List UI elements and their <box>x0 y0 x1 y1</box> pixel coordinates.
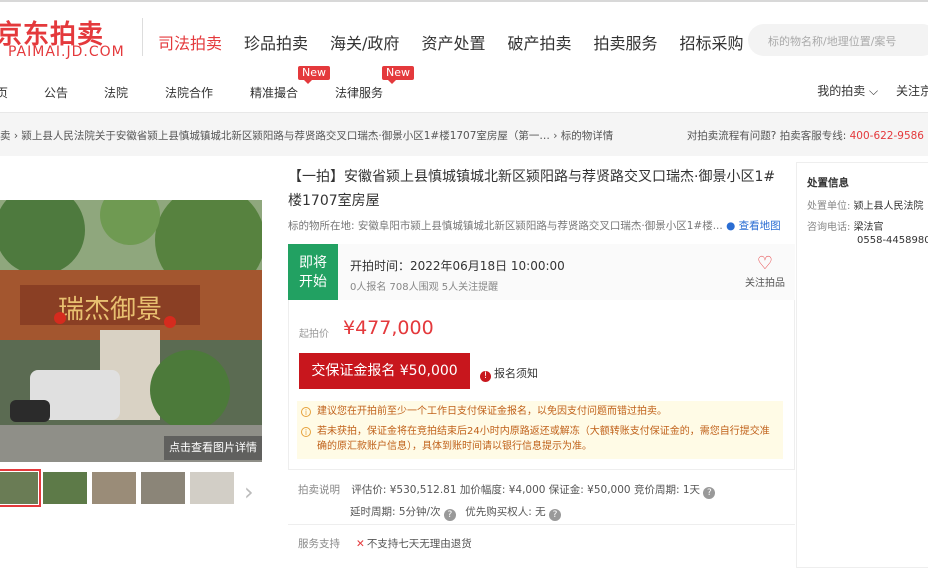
description-label: 拍卖说明 <box>298 484 340 496</box>
participation-stats: 0人报名 708人围观 5人关注提醒 <box>350 282 499 293</box>
priority-buyer: 优先购买权人: 无 <box>465 506 546 518</box>
question-icon[interactable]: ? <box>549 509 561 521</box>
unit-label: 处置单位: <box>807 201 851 212</box>
view-photo-details-button[interactable]: 点击查看图片详情 <box>164 436 262 460</box>
heart-plus-icon: ♡ <box>756 253 774 274</box>
map-pin-icon: ● <box>726 220 736 232</box>
pay-deposit-register-button[interactable]: 交保证金报名 ¥50,000 <box>299 353 470 389</box>
new-badge: New <box>382 66 414 84</box>
thumbnail[interactable] <box>92 472 136 504</box>
follow-label: 关注拍品 <box>745 278 785 289</box>
service-text: 不支持七天无理由退货 <box>366 538 472 550</box>
view-map-link[interactable]: 查看地图 <box>739 220 781 232</box>
thumbnail[interactable] <box>43 472 87 504</box>
main-nav: 司法拍卖 珍品拍卖 海关/政府 资产处置 破产拍卖 拍卖服务 招标采购 <box>158 30 766 54</box>
starting-price-label: 起拍价 <box>299 329 329 340</box>
service-support: 服务支持 ✕ 不支持七天无理由退货 <box>298 536 472 551</box>
tip-text: 若未获拍，保证金将在竞拍结束后24小时内原路返还或解冻（大额转账支付保证金的，需… <box>317 426 770 437</box>
location-value: 安徽阜阳市颍上县慎城镇城北新区颍阳路与荐贤路交叉口瑞杰·御景小区1#楼... <box>357 220 723 232</box>
item-location: 标的物所在地: 安徽阜阳市颍上县慎城镇城北新区颍阳路与荐贤路交叉口瑞杰·御景小区… <box>288 218 781 233</box>
logo-domain: PAIMAI.JD.COM <box>8 44 125 60</box>
help-text: 对拍卖流程有问题? 拍卖客服专线: <box>686 130 850 142</box>
logo-divider <box>142 18 143 56</box>
subnav-right: 我的拍卖 ⌵ 关注京 <box>817 82 928 99</box>
description-row: 评估价: ¥530,512.81 加价幅度: ¥4,000 保证金: ¥50,0… <box>351 484 700 496</box>
disposal-info-panel: 处置信息 处置单位: 颍上县人民法院 咨询电话: 梁法官 0558-445898… <box>796 162 928 568</box>
contact-name: 梁法官 <box>853 222 884 233</box>
search-input[interactable]: 标的物名称/地理位置/案号 <box>748 24 928 56</box>
registration-notice-link[interactable]: ! 报名须知 <box>480 365 538 382</box>
chevron-right-icon[interactable]: › <box>244 478 254 506</box>
disposal-unit: 处置单位: 颍上县人民法院 <box>807 197 924 212</box>
thumbnail[interactable] <box>0 469 41 507</box>
main-property-photo[interactable]: 瑞杰御景 <box>0 200 262 462</box>
photo-illustration: 瑞杰御景 <box>0 200 262 462</box>
unit-value: 颍上县人民法院 <box>853 201 924 212</box>
start-info-bar: 开拍时间：2022年06月18日 10:00:00 0人报名 708人围观 5人… <box>338 244 795 300</box>
thumbnail[interactable] <box>141 472 185 504</box>
nav-treasure-auction[interactable]: 珍品拍卖 <box>244 30 308 54</box>
contact-label: 咨询电话: <box>807 222 851 233</box>
sign-text: 瑞杰御景 <box>58 295 162 325</box>
lightbulb-icon: i <box>301 407 311 417</box>
notice-label: 报名须知 <box>494 367 538 380</box>
nav-customs-government[interactable]: 海关/政府 <box>330 30 399 54</box>
subnav-legal-service[interactable]: 法律服务 <box>335 84 383 101</box>
subnav-precise-matching[interactable]: 精准撮合 <box>250 84 298 101</box>
starting-price: ¥477,000 <box>343 317 434 339</box>
hotline-number: 400-622-9586 <box>849 130 924 142</box>
help-hotline: 对拍卖流程有问题? 拍卖客服专线: 400-622-9586 <box>687 128 924 143</box>
item-title: 【一拍】安徽省颍上县慎城镇城北新区颍阳路与荐贤路交叉口瑞杰·御景小区1#楼170… <box>288 169 776 209</box>
breadcrumb-bar: 卖 › 颍上县人民法院关于安徽省颍上县慎城镇城北新区颍阳路与荐贤路交叉口瑞杰·御… <box>0 112 928 156</box>
auction-description-row2: 延时周期: 5分钟/次 ? 优先购买权人: 无 ? <box>350 504 561 521</box>
location-label: 标的物所在地: <box>288 220 355 232</box>
subnav-court[interactable]: 法院 <box>104 84 128 101</box>
new-badge: New <box>298 66 330 84</box>
question-icon[interactable]: ? <box>703 487 716 499</box>
site-header: 京东拍卖 PAIMAI.JD.COM 司法拍卖 珍品拍卖 海关/政府 资产处置 … <box>0 2 928 68</box>
thumbnail[interactable] <box>190 472 234 504</box>
status-line-1: 即将 <box>299 255 327 271</box>
contact-phone: 0558-4458980 <box>857 235 928 246</box>
nav-asset-disposal[interactable]: 资产处置 <box>421 30 485 54</box>
nav-judicial-auction[interactable]: 司法拍卖 <box>158 30 222 54</box>
my-auction-dropdown[interactable]: 我的拍卖 ⌵ <box>817 84 878 98</box>
lightbulb-icon: i <box>301 427 311 437</box>
jd-paimai-logo[interactable]: 京东拍卖 PAIMAI.JD.COM <box>0 14 136 64</box>
follow-item-button[interactable]: ♡ 关注拍品 <box>745 253 785 290</box>
contact-phone-value: 0558-4458980 <box>857 235 928 246</box>
nav-bankruptcy-auction[interactable]: 破产拍卖 <box>507 30 571 54</box>
disposal-title: 处置信息 <box>807 177 849 189</box>
exclamation-icon: ! <box>480 371 491 382</box>
status-line-2: 开始 <box>299 274 327 290</box>
close-icon: ✕ <box>356 538 365 550</box>
divider <box>288 524 795 525</box>
subnav-home[interactable]: 页 <box>0 84 8 101</box>
nav-auction-service[interactable]: 拍卖服务 <box>593 30 657 54</box>
service-label: 服务支持 <box>298 538 340 550</box>
tips-box: i 建议您在开拍前至少一个工作日支付保证金报名，以免因支付问题而错过拍卖。 i … <box>297 401 783 459</box>
tip-text: 建议您在开拍前至少一个工作日支付保证金报名，以免因支付问题而错过拍卖。 <box>317 406 667 417</box>
auction-description: 拍卖说明 评估价: ¥530,512.81 加价幅度: ¥4,000 保证金: … <box>298 482 716 499</box>
sub-nav: 页 公告 法院 法院合作 精准撮合 法律服务 我的拍卖 ⌵ 关注京 <box>0 70 928 112</box>
subnav-announcement[interactable]: 公告 <box>44 84 68 101</box>
delay-period: 延时周期: 5分钟/次 <box>350 506 441 518</box>
breadcrumb[interactable]: 卖 › 颍上县人民法院关于安徽省颍上县慎城镇城北新区颍阳路与荐贤路交叉口瑞杰·御… <box>0 128 613 143</box>
search-placeholder: 标的物名称/地理位置/案号 <box>768 35 897 48</box>
question-icon[interactable]: ? <box>443 509 456 521</box>
consult-phone: 咨询电话: 梁法官 <box>807 218 884 233</box>
nav-tender-procurement[interactable]: 招标采购 <box>679 30 743 54</box>
tip-text: 确的原汇款账户信息），具体到账时间请以银行信息提示为准。 <box>317 441 592 452</box>
follow-jd-link[interactable]: 关注京 <box>896 84 928 98</box>
subnav-court-cooperation[interactable]: 法院合作 <box>165 84 213 101</box>
start-time: 开拍时间：2022年06月18日 10:00:00 <box>350 259 565 273</box>
status-badge: 即将 开始 <box>288 244 338 300</box>
